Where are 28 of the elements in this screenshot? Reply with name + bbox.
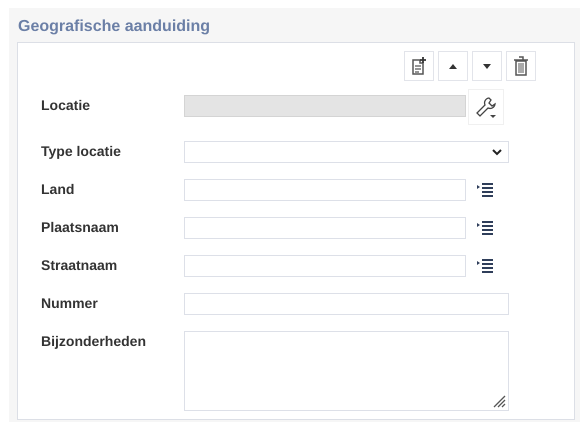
dropdown-field[interactable]	[184, 141, 509, 163]
field-label: Nummer	[41, 294, 99, 311]
list-icon[interactable]	[477, 183, 493, 197]
move-down-button[interactable]	[472, 51, 502, 81]
input-field[interactable]	[184, 293, 509, 315]
move-up-button[interactable]	[438, 51, 468, 81]
field-label: Straatnaam	[41, 256, 118, 273]
trash-icon	[513, 56, 529, 76]
field-label: Locatie	[41, 96, 92, 113]
field-label: Plaatsnaam	[41, 218, 120, 235]
input-field[interactable]	[184, 217, 466, 239]
add-document-icon	[411, 57, 427, 75]
section-title: Geografische aanduiding	[18, 18, 210, 36]
add-button[interactable]	[404, 51, 434, 81]
input-field[interactable]	[184, 179, 466, 201]
resize-handle-icon[interactable]	[492, 394, 506, 408]
delete-button[interactable]	[506, 51, 536, 81]
field-label: Bijzonderheden	[41, 332, 148, 349]
caret-down-icon	[483, 64, 491, 68]
list-icon[interactable]	[477, 259, 493, 273]
list-icon[interactable]	[477, 221, 493, 235]
wrench-icon[interactable]	[474, 95, 498, 119]
field-label: Land	[41, 180, 76, 197]
input-field[interactable]	[184, 255, 466, 277]
field-label: Type locatie	[41, 142, 122, 159]
chevron-down-icon	[492, 148, 502, 156]
caret-up-icon	[449, 64, 457, 68]
textarea-field[interactable]	[184, 331, 509, 411]
